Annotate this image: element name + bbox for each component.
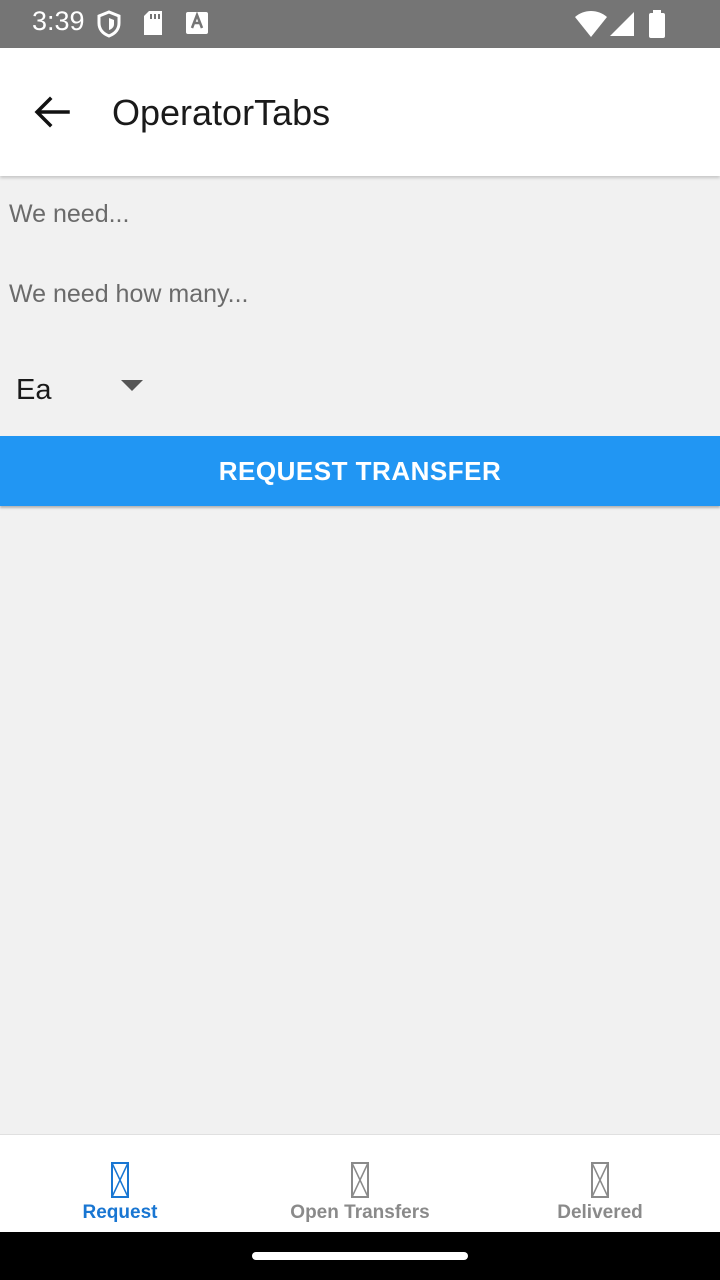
tab-open-transfers[interactable]: Open Transfers bbox=[240, 1135, 480, 1233]
system-navigation-bar bbox=[0, 1232, 720, 1280]
page-title: OperatorTabs bbox=[112, 92, 331, 133]
arrow-left-icon bbox=[34, 96, 70, 128]
shield-icon bbox=[97, 10, 121, 38]
signal-icon bbox=[610, 12, 634, 36]
home-gesture-handle[interactable] bbox=[252, 1252, 468, 1260]
wifi-icon bbox=[575, 11, 607, 37]
status-bar: 3:39 bbox=[0, 0, 720, 48]
tab-delivered-label: Delivered bbox=[557, 1202, 643, 1223]
font-a-icon bbox=[186, 11, 208, 34]
back-button[interactable] bbox=[24, 88, 80, 136]
bottom-nav: Request Open Transfers Delivered bbox=[0, 1134, 720, 1233]
placeholder-icon bbox=[351, 1162, 369, 1198]
sd-card-icon bbox=[144, 11, 162, 35]
placeholder-icon bbox=[111, 1162, 129, 1198]
app-bar: OperatorTabs bbox=[0, 48, 720, 176]
quantity-input[interactable]: We need how many... bbox=[9, 280, 248, 309]
unit-select-value: Ea bbox=[16, 374, 52, 406]
tab-open-transfers-label: Open Transfers bbox=[290, 1202, 430, 1223]
unit-select[interactable]: Ea bbox=[0, 360, 170, 420]
status-time: 3:39 bbox=[32, 6, 85, 36]
tab-request-label: Request bbox=[82, 1202, 158, 1223]
tab-delivered[interactable]: Delivered bbox=[480, 1135, 720, 1233]
request-transfer-button[interactable]: REQUEST TRANSFER bbox=[0, 436, 720, 506]
tab-request[interactable]: Request bbox=[0, 1135, 240, 1233]
dropdown-arrow-icon bbox=[121, 380, 143, 391]
battery-icon bbox=[649, 10, 665, 38]
item-input[interactable]: We need... bbox=[9, 200, 129, 229]
placeholder-icon bbox=[591, 1162, 609, 1198]
